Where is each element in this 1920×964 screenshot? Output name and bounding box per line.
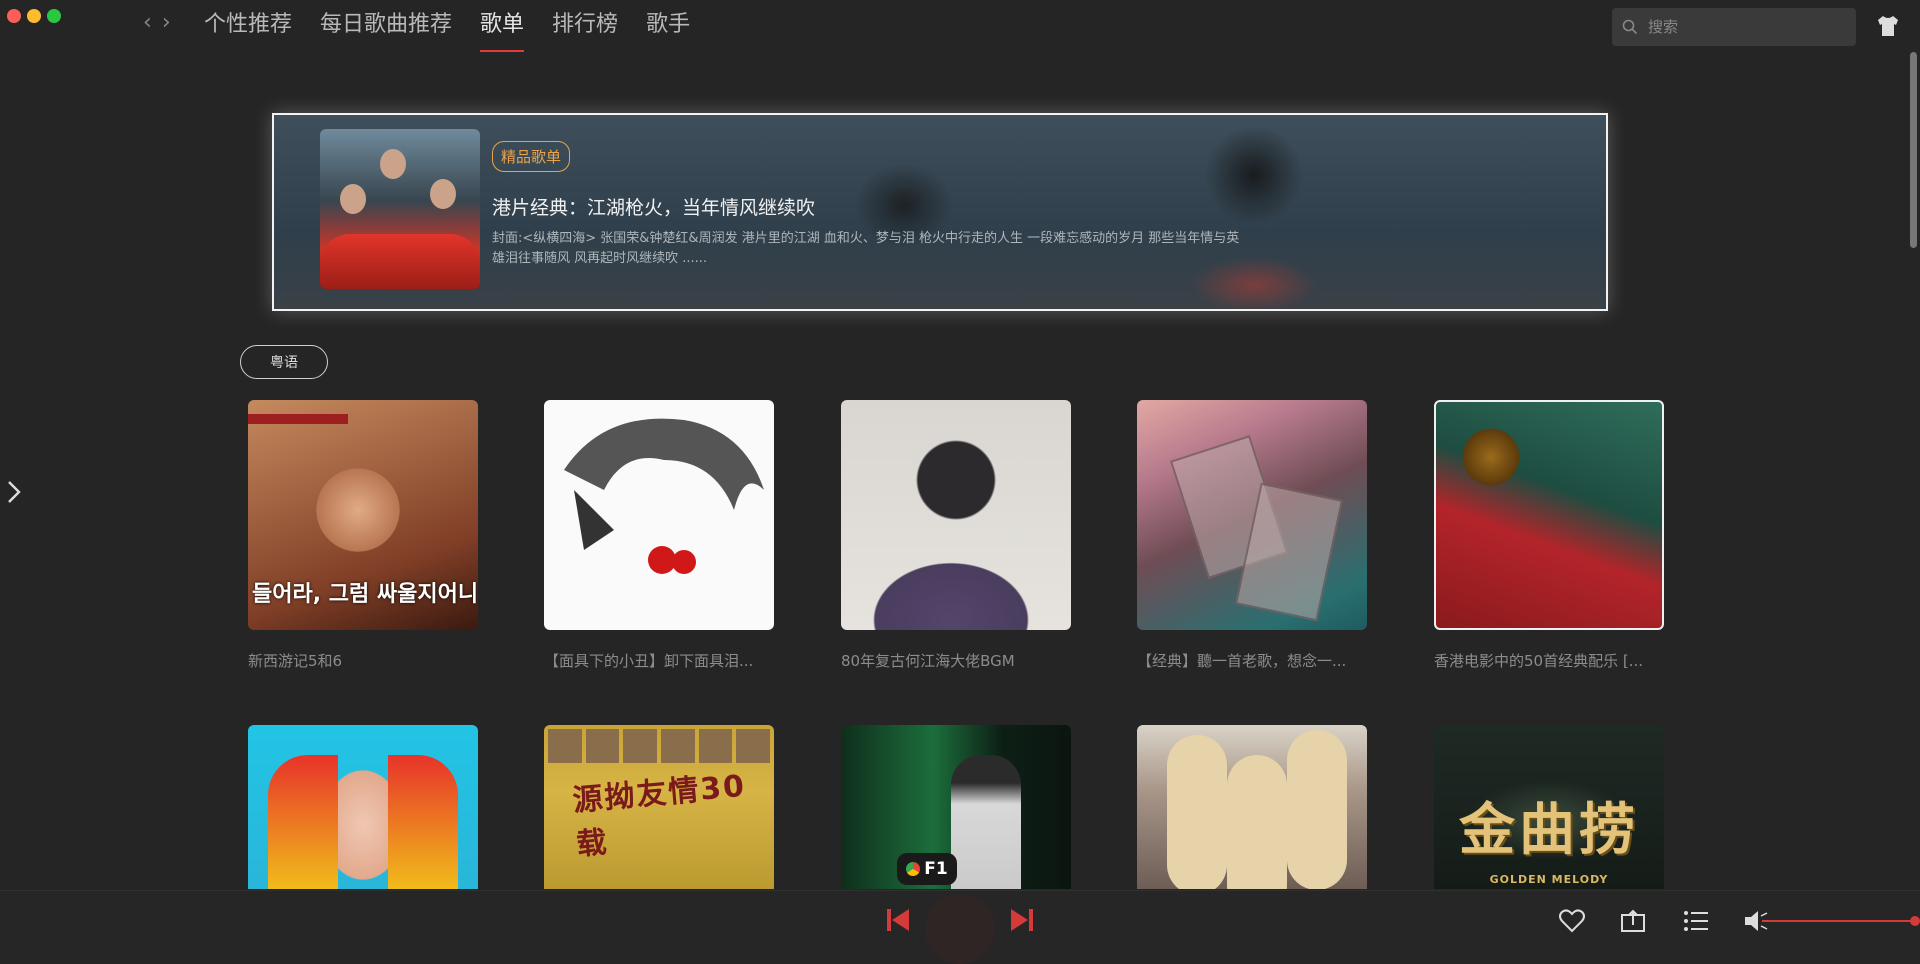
playlist-card[interactable]: 80年复古何江海大佬BGM xyxy=(841,400,1071,671)
window-controls xyxy=(7,9,61,23)
tab-artists[interactable]: 歌手 xyxy=(646,6,690,52)
heart-icon[interactable] xyxy=(1558,907,1586,935)
playlist-card[interactable] xyxy=(248,725,478,889)
tab-recommend[interactable]: 个性推荐 xyxy=(204,6,292,52)
playlist-card[interactable]: 【面具下的小丑】卸下面具泪... xyxy=(544,400,774,671)
banner-description: 封面:<纵横四海> 张国荣&钟楚红&周润发 港片里的江湖 血和火、梦与泪 枪火中… xyxy=(492,231,1240,266)
playlist-card[interactable]: F1 xyxy=(841,725,1071,889)
playlist-cover[interactable] xyxy=(544,400,774,630)
playlist-title[interactable]: 新西游记5和6 xyxy=(248,650,478,671)
playlist-card[interactable] xyxy=(1137,725,1367,889)
player-bar xyxy=(0,890,1920,964)
playlist-title[interactable]: 80年复古何江海大佬BGM xyxy=(841,650,1071,671)
playlist-cover[interactable]: 들어라, 그럼 싸울지어니 xyxy=(248,400,478,630)
chrome-icon xyxy=(906,862,921,876)
search-input[interactable] xyxy=(1646,17,1840,37)
prev-icon[interactable] xyxy=(885,907,911,933)
tab-daily-songs[interactable]: 每日歌曲推荐 xyxy=(320,6,452,52)
playlist-icon[interactable] xyxy=(1682,907,1710,935)
share-icon[interactable] xyxy=(1619,907,1647,935)
tab-playlists[interactable]: 歌单 xyxy=(480,6,525,52)
chevron-right-icon[interactable]: › xyxy=(162,12,171,34)
shirt-icon[interactable] xyxy=(1874,12,1902,40)
featured-playlist-banner[interactable]: 精品歌单 港片经典：江湖枪火，当年情风继续吹 封面:<纵横四海> 张国荣&钟楚红… xyxy=(272,113,1608,311)
playlist-cover[interactable] xyxy=(248,725,478,889)
playlist-cover[interactable]: F1 xyxy=(841,725,1071,889)
clown-illustration xyxy=(564,418,764,574)
volume-slider[interactable] xyxy=(1762,920,1916,922)
playlist-cover[interactable] xyxy=(841,400,1071,630)
search-icon xyxy=(1622,19,1638,35)
playlist-card[interactable]: 【经典】聽一首老歌，想念一... xyxy=(1137,400,1367,671)
premium-playlist-badge: 精品歌单 xyxy=(492,141,571,172)
banner-cover-image[interactable] xyxy=(320,129,480,289)
playlist-card[interactable]: 源拗友情30载 xyxy=(544,725,774,889)
playlist-card[interactable]: 들어라, 그럼 싸울지어니 新西游记5和6 xyxy=(248,400,478,671)
banner-title: 港片经典：江湖枪火，当年情风继续吹 xyxy=(492,197,816,219)
playlist-card[interactable]: 香港电影中的50首经典配乐 [... xyxy=(1434,400,1664,671)
maximize-window-button[interactable] xyxy=(47,9,61,23)
close-window-button[interactable] xyxy=(7,9,21,23)
playlist-cover[interactable] xyxy=(1137,725,1367,889)
playlist-card[interactable]: 金曲捞 GOLDEN MELODY xyxy=(1434,725,1664,889)
chrome-f1-badge: F1 xyxy=(897,853,957,885)
chevron-right-icon[interactable] xyxy=(4,478,24,506)
playlist-title[interactable]: 香港电影中的50首经典配乐 [... xyxy=(1434,650,1664,671)
volume-slider-handle[interactable] xyxy=(1910,916,1920,926)
playlist-cover[interactable] xyxy=(1137,400,1367,630)
scrollbar[interactable] xyxy=(1910,52,1917,248)
playlist-cover[interactable] xyxy=(1434,400,1664,630)
chevron-left-icon[interactable]: ‹ xyxy=(143,12,152,34)
playlist-title[interactable]: 【面具下的小丑】卸下面具泪... xyxy=(544,650,774,671)
tab-charts[interactable]: 排行榜 xyxy=(552,6,618,52)
history-nav: ‹ › xyxy=(143,12,171,34)
playlist-cover[interactable]: 源拗友情30载 xyxy=(544,725,774,889)
playlist-cover[interactable]: 金曲捞 GOLDEN MELODY xyxy=(1434,725,1664,889)
main-tabs: 个性推荐 每日歌曲推荐 歌单 排行榜 歌手 xyxy=(204,6,690,52)
search-box xyxy=(1612,8,1856,46)
next-icon[interactable] xyxy=(1009,907,1035,933)
minimize-window-button[interactable] xyxy=(27,9,41,23)
playlist-title[interactable]: 【经典】聽一首老歌，想念一... xyxy=(1137,650,1367,671)
play-button[interactable] xyxy=(925,894,995,964)
category-filter-button[interactable]: 粤语 xyxy=(240,345,328,379)
